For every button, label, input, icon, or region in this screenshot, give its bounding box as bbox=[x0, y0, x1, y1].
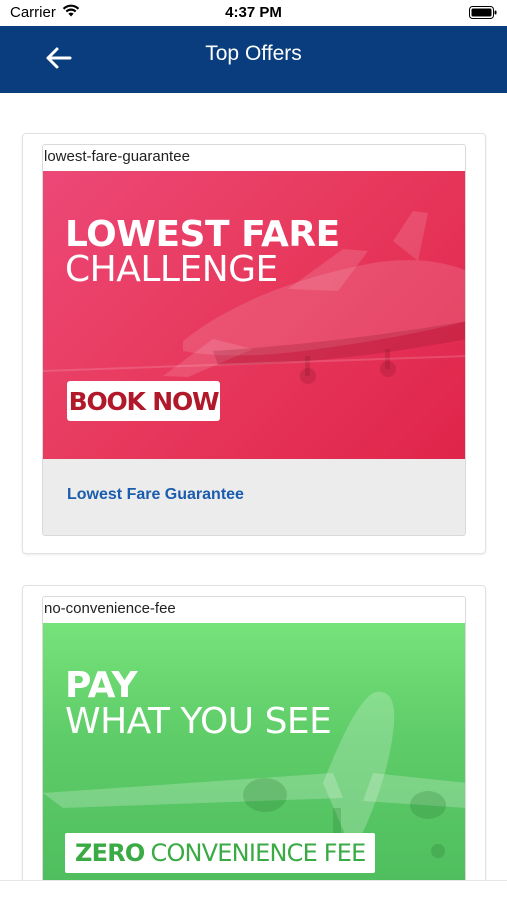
offer-title-link[interactable]: Lowest Fare Guarantee bbox=[43, 459, 465, 535]
offers-list: lowest-fare-guarantee LOWEST FARE CHALLE… bbox=[0, 93, 507, 880]
zero-convenience-fee-badge: ZERO CONVENIENCE FEE bbox=[65, 833, 375, 873]
page-title: Top Offers bbox=[205, 42, 302, 65]
banner-alt-text: no-convenience-fee bbox=[43, 597, 465, 623]
banner-subheadline: WHAT YOU SEE bbox=[65, 701, 332, 742]
offer-card-no-convenience-fee[interactable]: no-convenience-fee PAY WHAT YOU SEE ZERO… bbox=[22, 585, 486, 880]
offer-card-inner: lowest-fare-guarantee LOWEST FARE CHALLE… bbox=[42, 144, 466, 536]
lowest-fare-banner[interactable]: LOWEST FARE CHALLENGE BOOK NOW bbox=[43, 171, 465, 459]
status-bar: Carrier 4:37 PM bbox=[0, 0, 507, 26]
offer-card-inner: no-convenience-fee PAY WHAT YOU SEE ZERO… bbox=[42, 596, 466, 880]
no-convenience-fee-banner[interactable]: PAY WHAT YOU SEE ZERO CONVENIENCE FEE bbox=[43, 623, 465, 880]
banner-subheadline: CHALLENGE bbox=[65, 249, 278, 290]
fee-badge-bold: ZERO bbox=[75, 839, 145, 867]
bottom-bar bbox=[0, 880, 507, 900]
offer-card-lowest-fare[interactable]: lowest-fare-guarantee LOWEST FARE CHALLE… bbox=[22, 133, 486, 554]
status-time: 4:37 PM bbox=[225, 4, 282, 21]
nav-bar: Top Offers bbox=[0, 26, 507, 93]
banner-alt-text: lowest-fare-guarantee bbox=[43, 145, 465, 171]
banner-headline: PAY bbox=[65, 665, 138, 706]
fee-badge-text: CONVENIENCE FEE bbox=[150, 839, 366, 867]
book-now-button[interactable]: BOOK NOW bbox=[67, 381, 220, 421]
battery-icon bbox=[469, 6, 497, 23]
